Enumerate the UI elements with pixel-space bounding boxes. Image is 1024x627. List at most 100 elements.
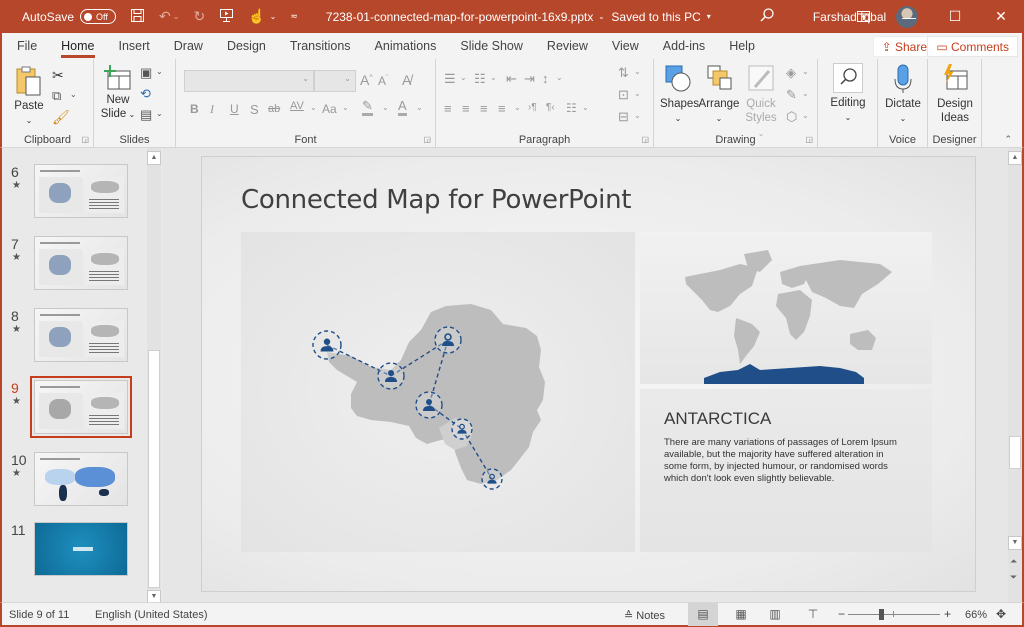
zoom-slider-track[interactable] — [848, 614, 940, 615]
connection-node[interactable] — [415, 391, 443, 419]
shape-effects-dropdown-icon[interactable]: ⌄ — [802, 111, 809, 120]
font-color-icon[interactable]: A — [398, 99, 407, 116]
paragraph-dialog-launcher[interactable]: ◲ — [641, 135, 649, 144]
design-ideas-button[interactable]: Design Ideas — [932, 63, 978, 125]
comments-button[interactable]: ▭ Comments — [927, 36, 1018, 57]
slide-thumbnail-world[interactable] — [34, 452, 128, 506]
copy-icon[interactable]: ⧉ — [52, 88, 61, 104]
zoom-level[interactable]: 66% — [965, 609, 987, 621]
align-center-icon[interactable]: ≡ — [462, 101, 470, 116]
highlight-dropdown-icon[interactable]: ⌄ — [382, 103, 389, 112]
line-spacing-dropdown-icon[interactable]: ⌄ — [556, 73, 563, 82]
font-dialog-launcher[interactable]: ◲ — [423, 135, 431, 144]
shapes-button[interactable]: Shapes ⌄ — [660, 63, 699, 126]
tab-animations[interactable]: Animations — [363, 33, 449, 59]
next-slide-button[interactable]: ⏷ — [1010, 572, 1017, 583]
numbering-icon[interactable]: ☷ — [474, 71, 486, 87]
font-name-combo[interactable]: ⌄ — [184, 70, 314, 92]
bullets-icon[interactable]: ☰ — [444, 71, 456, 87]
slide-thumbnail-closing[interactable] — [34, 522, 128, 576]
shape-fill-dropdown-icon[interactable]: ⌄ — [802, 67, 809, 76]
maximize-button[interactable]: ☐ — [932, 8, 978, 25]
zoom-slider-handle[interactable] — [879, 609, 884, 620]
customize-toolbar-icon[interactable]: ≂ — [290, 11, 298, 22]
slide-thumbnail-asia[interactable] — [34, 236, 128, 290]
tab-file[interactable]: File — [2, 33, 49, 59]
decrease-font-size-icon[interactable]: Aˇ — [378, 74, 388, 88]
align-left-icon[interactable]: ≡ — [444, 101, 452, 116]
language-indicator[interactable]: English (United States) — [95, 609, 208, 621]
slide-scroll-down-button[interactable]: ▼ — [1008, 536, 1022, 550]
previous-slide-button[interactable]: ⏶ — [1010, 556, 1017, 567]
tab-review[interactable]: Review — [535, 33, 600, 59]
font-color-dropdown-icon[interactable]: ⌄ — [416, 103, 423, 112]
tab-design[interactable]: Design — [215, 33, 278, 59]
thumbnails-scrollbar[interactable]: ▲ ▼ — [147, 148, 161, 604]
clipboard-dialog-launcher[interactable]: ◲ — [81, 135, 89, 144]
tab-draw[interactable]: Draw — [162, 33, 215, 59]
slide-scroll-up-button[interactable]: ▲ — [1008, 151, 1022, 165]
tab-transitions[interactable]: Transitions — [278, 33, 363, 59]
connection-node[interactable] — [481, 468, 503, 490]
character-spacing-button[interactable]: AV — [290, 100, 304, 112]
touch-mode-icon[interactable]: ☝ — [248, 8, 265, 25]
fit-to-window-icon[interactable]: ✥ — [996, 607, 1006, 621]
numbering-dropdown-icon[interactable]: ⌄ — [490, 73, 497, 82]
drawing-dialog-launcher[interactable]: ◲ — [805, 135, 813, 144]
decrease-indent-icon[interactable]: ⇤ — [506, 71, 517, 87]
touch-dropdown-icon[interactable]: ⌄ — [270, 12, 277, 21]
section-icon[interactable]: ▤ — [140, 107, 152, 123]
underline-button[interactable]: U — [230, 102, 239, 116]
align-text-icon[interactable]: ⊡ — [618, 87, 629, 103]
smartart-dropdown-icon[interactable]: ⌄ — [634, 111, 641, 120]
normal-view-button[interactable]: ▤ — [688, 603, 718, 626]
connection-node[interactable] — [451, 418, 473, 440]
change-case-button[interactable]: Aa — [322, 102, 337, 116]
strikethrough-button[interactable]: ab — [268, 103, 280, 115]
layout-dropdown-icon[interactable]: ⌄ — [156, 67, 163, 76]
redo-icon[interactable]: ↻ — [193, 8, 205, 25]
search-icon[interactable] — [759, 7, 775, 27]
smartart-icon[interactable]: ⊟ — [618, 109, 629, 125]
bold-button[interactable]: B — [190, 102, 199, 116]
zoom-in-button[interactable]: + — [944, 607, 951, 621]
editing-button[interactable]: Editing ⌄ — [826, 63, 870, 125]
current-slide[interactable]: Connected Map for PowerPoint ANTARCTICA … — [201, 156, 976, 592]
connection-node[interactable] — [377, 362, 405, 390]
ltr-icon[interactable]: ›¶ — [528, 102, 537, 113]
slide-scrollbar-thumb[interactable] — [1009, 436, 1021, 469]
save-status[interactable]: Saved to this PC — [611, 10, 700, 24]
new-slide-button[interactable]: New Slide ⌄ — [100, 65, 136, 122]
tab-home[interactable]: Home — [49, 33, 106, 59]
slide-thumbnail-antarctica[interactable] — [30, 376, 132, 438]
align-text-dropdown-icon[interactable]: ⌄ — [634, 89, 641, 98]
cut-icon[interactable]: ✂ — [52, 67, 64, 84]
text-shadow-button[interactable]: S — [250, 102, 259, 117]
highlight-color-icon[interactable]: ✎ — [362, 99, 373, 116]
reading-view-button[interactable]: ▥ — [760, 603, 790, 626]
columns-dropdown-icon[interactable]: ⌄ — [582, 103, 589, 112]
close-button[interactable]: ✕ — [978, 8, 1024, 25]
paste-button[interactable]: Paste ⌄ — [12, 65, 46, 128]
minimize-button[interactable]: — — [886, 9, 932, 25]
layout-icon[interactable]: ▣ — [140, 65, 152, 81]
tab-slide-show[interactable]: Slide Show — [448, 33, 535, 59]
slide-scrollbar[interactable]: ▲ ▼ ⏶ ⏷ — [1008, 148, 1022, 602]
description-panel[interactable]: ANTARCTICA There are many variations of … — [640, 389, 932, 552]
justify-icon[interactable]: ≡ — [498, 101, 506, 116]
region-description[interactable]: There are many variations of passages of… — [664, 437, 909, 485]
format-painter-icon[interactable]: 🖌 — [52, 109, 70, 126]
increase-indent-icon[interactable]: ⇥ — [524, 71, 535, 87]
arrange-button[interactable]: Arrange ⌄ — [698, 63, 740, 126]
copy-dropdown-icon[interactable]: ⌄ — [70, 90, 77, 99]
bullets-dropdown-icon[interactable]: ⌄ — [460, 73, 467, 82]
save-icon[interactable] — [130, 8, 145, 26]
tab-add-ins[interactable]: Add-ins — [651, 33, 717, 59]
increase-font-size-icon[interactable]: A^ — [360, 72, 373, 88]
section-dropdown-icon[interactable]: ⌄ — [156, 109, 163, 118]
clear-formatting-icon[interactable]: A̸ — [402, 72, 411, 88]
tab-view[interactable]: View — [600, 33, 651, 59]
present-from-start-icon[interactable] — [219, 8, 234, 26]
change-case-dropdown-icon[interactable]: ⌄ — [342, 103, 349, 112]
slide-thumbnail-africa[interactable] — [34, 164, 128, 218]
